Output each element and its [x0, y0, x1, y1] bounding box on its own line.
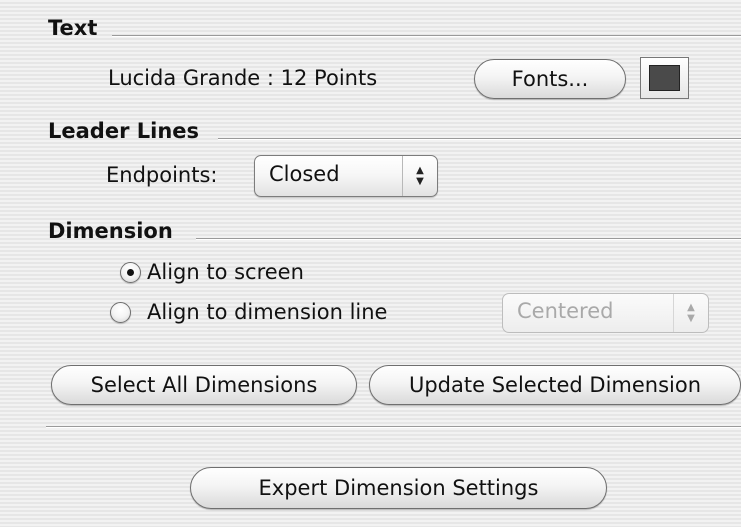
dimension-position-value: Centered: [517, 299, 614, 323]
select-all-dimensions-button[interactable]: Select All Dimensions: [51, 365, 357, 405]
align-to-screen-label[interactable]: Align to screen: [147, 260, 304, 284]
leader-lines-section-title: Leader Lines: [48, 119, 200, 143]
leader-lines-divider: [218, 138, 741, 140]
dimension-position-select[interactable]: Centered ▲ ▼: [502, 293, 709, 333]
up-down-arrows-icon: ▲ ▼: [673, 294, 708, 332]
text-color-swatch: [649, 65, 680, 91]
update-selected-dimension-button[interactable]: Update Selected Dimension: [369, 365, 741, 405]
text-section-title: Text: [48, 16, 98, 40]
align-to-dimension-line-label[interactable]: Align to dimension line: [147, 300, 387, 324]
fonts-button[interactable]: Fonts...: [474, 59, 626, 99]
align-to-screen-radio[interactable]: [120, 262, 141, 283]
align-to-dimension-line-radio[interactable]: [110, 302, 131, 323]
dimension-divider: [196, 238, 741, 240]
expert-dimension-settings-button[interactable]: Expert Dimension Settings: [190, 467, 607, 509]
bottom-divider: [46, 426, 741, 428]
text-section-divider: [112, 35, 741, 37]
radio-selected-dot: [127, 269, 134, 276]
endpoints-label: Endpoints:: [106, 163, 218, 187]
current-font-label: Lucida Grande : 12 Points: [108, 66, 378, 90]
dimension-section-title: Dimension: [48, 219, 173, 243]
up-down-arrows-icon: ▲ ▼: [402, 156, 437, 196]
endpoints-select-value: Closed: [269, 162, 340, 186]
text-color-well[interactable]: [640, 57, 689, 99]
endpoints-select[interactable]: Closed ▲ ▼: [254, 155, 438, 197]
